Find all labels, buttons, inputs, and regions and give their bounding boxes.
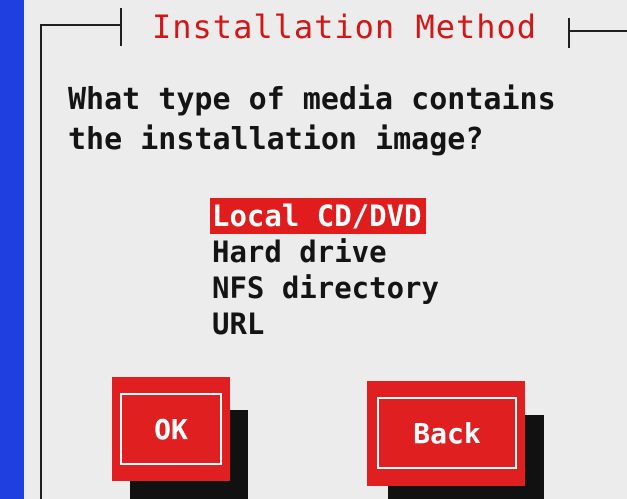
media-type-list[interactable]: Local CD/DVD Hard drive NFS directory UR…	[210, 198, 443, 342]
media-option-local-cd-dvd[interactable]: Local CD/DVD	[210, 198, 426, 234]
dialog-frame-top-left	[40, 24, 122, 26]
dialog-prompt: What type of media contains the installa…	[68, 82, 556, 157]
dialog-frame-title-divider-right	[568, 18, 570, 48]
dialog-frame-left	[40, 24, 42, 499]
ok-button[interactable]: OK	[112, 377, 230, 481]
dialog-frame-title-divider-left	[120, 8, 122, 46]
dialog-title: Installation Method	[152, 8, 538, 46]
back-button[interactable]: Back	[367, 381, 525, 486]
screen-background: Installation Method What type of media c…	[0, 0, 627, 499]
media-option-hard-drive[interactable]: Hard drive	[210, 234, 391, 270]
ok-button-label: OK	[120, 393, 222, 465]
dialog-frame-top-right	[568, 30, 627, 32]
back-button-label: Back	[377, 397, 517, 469]
media-option-url[interactable]: URL	[210, 306, 268, 342]
media-option-nfs-directory[interactable]: NFS directory	[210, 270, 443, 306]
